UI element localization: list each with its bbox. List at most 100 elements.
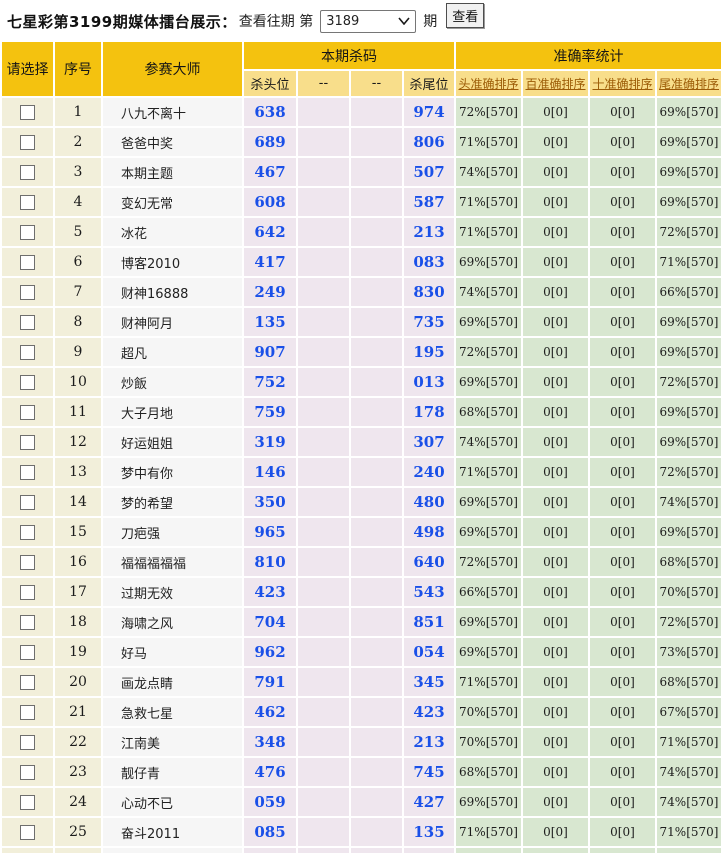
row-checkbox[interactable] [20,404,35,420]
row-master-name: 财神16888 [103,278,242,306]
row-acc-hundred: 0[0] [523,308,588,336]
row-kill-head: 638 [244,98,296,126]
col-group-kill-codes: 本期杀码 [244,42,454,69]
row-acc-ten [590,848,655,853]
row-checkbox[interactable] [20,734,35,750]
row-acc-hundred: 0[0] [523,368,588,396]
sort-link-ten-accuracy[interactable]: 十准确排序 [590,71,655,96]
row-checkbox[interactable] [20,224,35,240]
row-kill-tail: 213 [404,728,454,756]
row-kill-mid2 [351,128,402,156]
row-kill-mid1 [298,278,349,306]
row-acc-ten: 0[0] [590,248,655,276]
row-acc-tail: 74%[570] [657,788,721,816]
row-kill-mid2 [351,698,402,726]
row-acc-hundred: 0[0] [523,578,588,606]
row-kill-tail: 345 [404,668,454,696]
row-kill-tail: 974 [404,98,454,126]
row-checkbox[interactable] [20,584,35,600]
row-kill-mid2 [351,668,402,696]
row-kill-mid1 [298,308,349,336]
row-checkbox[interactable] [20,824,35,840]
row-checkbox[interactable] [20,344,35,360]
view-button[interactable]: 查看 [446,2,485,28]
row-checkbox[interactable] [20,434,35,450]
row-index: 14 [55,488,101,516]
row-checkbox[interactable] [20,164,35,180]
row-kill-mid2 [351,218,402,246]
row-checkbox[interactable] [20,554,35,570]
row-acc-tail [657,848,721,853]
row-kill-head: 249 [244,278,296,306]
col-header-master: 参赛大师 [103,42,242,96]
row-checkbox[interactable] [20,374,35,390]
row-kill-head: 608 [244,188,296,216]
row-kill-head: 350 [244,488,296,516]
row-checkbox[interactable] [20,614,35,630]
row-checkbox[interactable] [20,254,35,270]
row-kill-tail: 013 [404,368,454,396]
row-acc-ten: 0[0] [590,488,655,516]
row-kill-head: 704 [244,608,296,636]
row-master-name: 超凡 [103,338,242,366]
row-acc-ten: 0[0] [590,728,655,756]
row-acc-tail: 69%[570] [657,98,721,126]
row-acc-ten: 0[0] [590,518,655,546]
row-acc-hundred: 0[0] [523,188,588,216]
view-past-label: 查看往期 第 [238,14,314,30]
row-acc-head: 71%[570] [456,818,521,846]
row-master-name: 财神阿月 [103,308,242,336]
row-checkbox[interactable] [20,284,35,300]
row-select-cell [2,368,53,396]
row-checkbox[interactable] [20,134,35,150]
row-acc-ten: 0[0] [590,458,655,486]
row-kill-mid1 [298,608,349,636]
row-master-name: 好马 [103,638,242,666]
row-checkbox[interactable] [20,194,35,210]
row-checkbox[interactable] [20,464,35,480]
row-select-cell [2,698,53,726]
row-checkbox[interactable] [20,524,35,540]
row-kill-head: 423 [244,578,296,606]
period-suffix: 期 [423,14,438,30]
row-checkbox[interactable] [20,704,35,720]
row-acc-hundred: 0[0] [523,248,588,276]
row-kill-mid1 [298,848,349,853]
col-header-kill-head: 杀头位 [244,71,296,96]
row-kill-mid1 [298,548,349,576]
sort-link-hundred-accuracy[interactable]: 百准确排序 [523,71,588,96]
row-index [55,848,101,853]
row-acc-head: 72%[570] [456,98,521,126]
masters-table: 请选择 序号 参赛大师 本期杀码 准确率统计 杀头位 -- -- 杀尾位 头准确… [0,42,723,853]
row-index: 9 [55,338,101,366]
row-acc-head: 74%[570] [456,278,521,306]
row-checkbox[interactable] [20,104,35,120]
sort-link-tail-accuracy[interactable]: 尾准确排序 [657,71,721,96]
row-index: 4 [55,188,101,216]
row-kill-tail: 480 [404,488,454,516]
row-checkbox[interactable] [20,494,35,510]
period-select[interactable]: 3189 [320,9,417,33]
row-checkbox[interactable] [20,764,35,780]
row-acc-head: 69%[570] [456,638,521,666]
col-header-select: 请选择 [2,42,53,96]
row-checkbox[interactable] [20,644,35,660]
row-acc-head: 69%[570] [456,248,521,276]
row-kill-tail: 240 [404,458,454,486]
row-index: 13 [55,458,101,486]
row-kill-tail: 830 [404,278,454,306]
row-acc-hundred: 0[0] [523,758,588,786]
row-acc-tail: 71%[570] [657,728,721,756]
row-kill-head: 135 [244,308,296,336]
row-acc-head: 69%[570] [456,368,521,396]
row-checkbox[interactable] [20,314,35,330]
sort-link-head-accuracy[interactable]: 头准确排序 [456,71,521,96]
row-checkbox[interactable] [20,794,35,810]
row-master-name: 变幻无常 [103,188,242,216]
row-acc-head: 69%[570] [456,518,521,546]
row-checkbox[interactable] [20,674,35,690]
col-header-kill-mid1: -- [298,71,349,96]
row-acc-ten: 0[0] [590,698,655,726]
row-kill-tail: 307 [404,428,454,456]
row-acc-head: 71%[570] [456,458,521,486]
